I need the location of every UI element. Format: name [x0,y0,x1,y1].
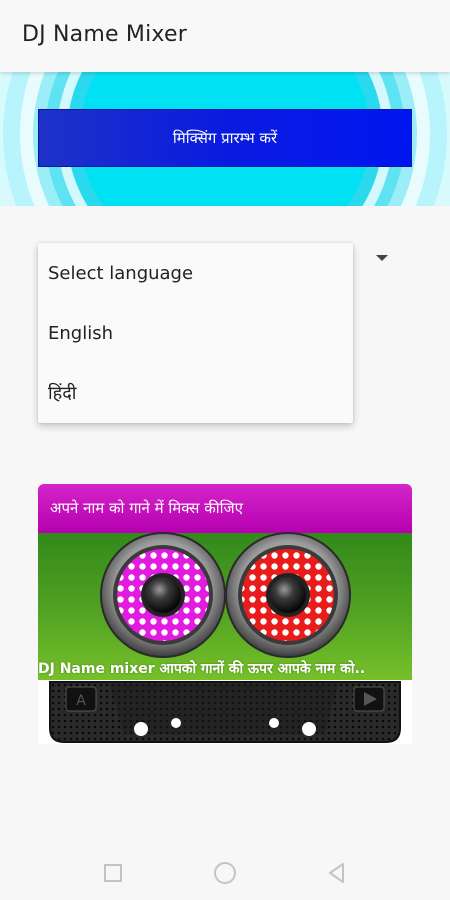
promo-card-marquee-text: DJ Name mixer आपको गानों की ऊपर आपके नाम… [38,661,366,677]
language-option-english[interactable]: English [38,303,353,363]
back-icon[interactable] [324,860,350,886]
system-navigation-bar [0,846,450,900]
dropdown-arrow-icon[interactable] [376,255,388,261]
svg-text:A: A [76,693,86,709]
recents-icon[interactable] [100,860,126,886]
language-option-hindi[interactable]: हिंदी [38,363,353,423]
start-mixing-button[interactable]: मिक्सिंग प्रारम्भ करें [38,109,412,167]
right-speaker-graphic [225,532,351,658]
promo-card[interactable]: अपने नाम को गाने में मिक्स कीजिए A DJ Na… [38,484,412,744]
home-icon[interactable] [212,860,238,886]
app-bar: DJ Name Mixer [0,0,450,72]
left-speaker-graphic [100,532,226,658]
cassette-speakers-graphic: A [38,532,412,744]
app-title: DJ Name Mixer [22,22,187,47]
language-option-select[interactable]: Select language [38,243,353,303]
language-dropdown-menu: Select language English हिंदी [38,243,353,423]
